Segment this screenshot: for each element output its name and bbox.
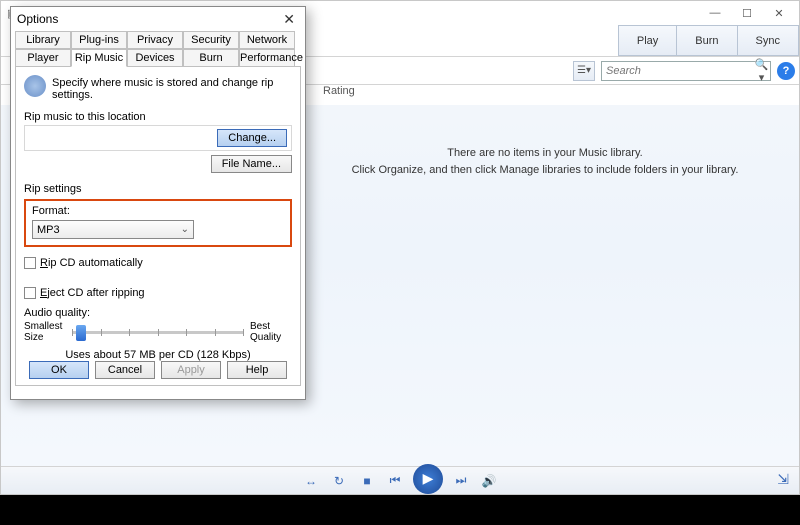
tab-security[interactable]: Security [183,31,239,49]
rip-settings-label: Rip settings [24,183,292,195]
quality-slider[interactable] [72,331,244,334]
format-highlight: Format: MP3 ⌄ [24,199,292,247]
search-box[interactable]: 🔍▾ [601,61,771,81]
shuffle-button[interactable]: ↔ [301,472,321,490]
format-value: MP3 [37,224,60,236]
format-label: Format: [32,205,284,217]
tab-body: Specify where music is stored and change… [15,66,301,386]
empty-library-message: There are no items in your Music library… [311,145,779,178]
tab-library[interactable]: Library [15,31,71,49]
dialog-close-button[interactable]: ✕ [279,9,299,30]
change-button[interactable]: Change... [217,129,287,147]
minimize-button[interactable]: — [699,2,731,24]
close-window-button[interactable]: ✕ [763,2,795,24]
mute-button[interactable]: 🔊 [479,472,499,490]
search-input[interactable] [602,65,753,77]
stop-button[interactable]: ■ [357,472,377,490]
slider-thumb[interactable] [76,325,86,341]
spec-text: Specify where music is stored and change… [52,75,292,101]
help-button-dialog[interactable]: Help [227,361,287,379]
eject-checkbox-row[interactable]: Eject CD after ripping [24,287,292,299]
tab-privacy[interactable]: Privacy [127,31,183,49]
tab-sync[interactable]: Sync [737,25,799,56]
dialog-title: Options [17,12,58,26]
rip-music-icon [24,75,46,97]
repeat-button[interactable]: ↻ [329,472,349,490]
player-controls: ↔ ↻ ■ ⏮ ▶ ⏭ 🔊 ⇲ [1,466,799,494]
eject-checkbox[interactable] [24,287,36,299]
rip-auto-label: Rip CD automatically [40,257,143,269]
next-button[interactable]: ⏭ [451,472,471,490]
format-combo[interactable]: MP3 ⌄ [32,220,194,239]
column-rating[interactable]: Rating [323,85,355,97]
search-icon[interactable]: 🔍▾ [753,58,770,84]
chevron-down-icon: ⌄ [181,224,189,235]
tab-performance[interactable]: Performance [239,49,295,67]
help-button[interactable]: ? [777,62,795,80]
maximize-button[interactable]: ☐ [731,2,763,24]
dialog-titlebar: Options ✕ [11,7,305,31]
tab-devices[interactable]: Devices [127,49,183,67]
tab-player[interactable]: Player [15,49,71,67]
dialog-footer: OK Cancel Apply Help [16,361,300,379]
prev-button[interactable]: ⏮ [385,472,405,490]
view-options-button[interactable]: ☰▾ [573,61,595,81]
empty-line2: Click Organize, and then click Manage li… [311,162,779,179]
tab-burn[interactable]: Burn [676,25,737,56]
apply-button[interactable]: Apply [161,361,221,379]
tab-burn-settings[interactable]: Burn [183,49,239,67]
rip-location-group: Change... [24,125,292,151]
quality-min-label: SmallestSize [24,321,66,343]
switch-view-button[interactable]: ⇲ [777,471,789,488]
ok-button[interactable]: OK [29,361,89,379]
tab-play[interactable]: Play [618,25,677,56]
dialog-tabs: Library Plug-ins Privacy Security Networ… [11,31,305,67]
file-name-button[interactable]: File Name... [211,155,292,173]
tab-network[interactable]: Network [239,31,295,49]
rip-location-label: Rip music to this location [24,111,292,123]
audio-quality-label: Audio quality: [24,307,292,319]
options-dialog: Options ✕ Library Plug-ins Privacy Secur… [10,6,306,400]
rip-auto-checkbox[interactable] [24,257,36,269]
quality-max-label: BestQuality [250,321,292,343]
play-button[interactable]: ▶ [413,464,443,494]
rip-auto-checkbox-row[interactable]: Rip CD automatically [24,257,292,269]
tab-rip-music[interactable]: Rip Music [71,49,127,67]
eject-label: Eject CD after ripping [40,287,145,299]
tab-plugins[interactable]: Plug-ins [71,31,127,49]
quality-slider-row: SmallestSize BestQuality [24,321,292,343]
cancel-button[interactable]: Cancel [95,361,155,379]
size-info: Uses about 57 MB per CD (128 Kbps) [24,349,292,361]
empty-line1: There are no items in your Music library… [311,145,779,162]
